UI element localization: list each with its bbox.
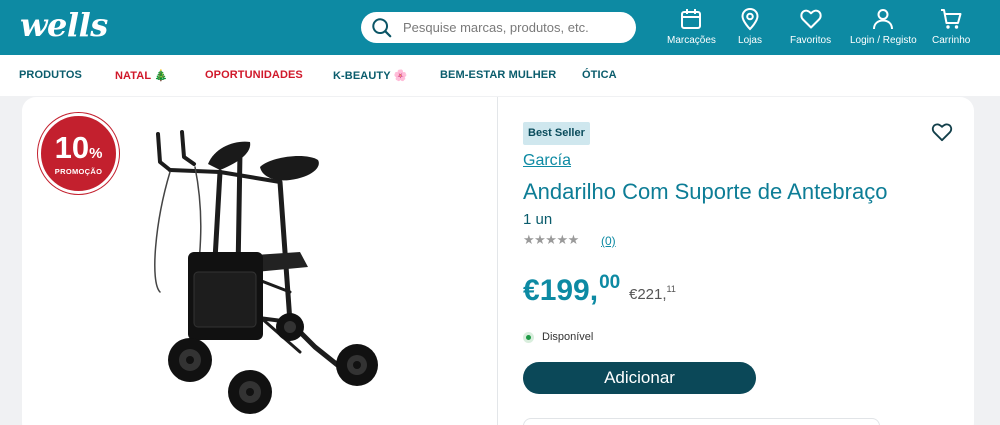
nav-label: Marcações [667,35,716,46]
search-icon[interactable] [371,17,393,39]
old-price-decimals: 11 [666,284,676,294]
favorite-heart-icon[interactable] [931,122,953,142]
product-title: Andarilho Com Suporte de Antebraço [523,179,888,204]
best-seller-badge: Best Seller [523,122,590,145]
category-produtos[interactable]: PRODUTOS [19,69,82,81]
card-divider [497,97,498,425]
nav-lojas[interactable]: Lojas [738,6,762,46]
available-dot-icon [523,331,534,343]
old-price-main: €221, [629,286,667,303]
promo-percent: 10% [54,130,103,165]
promo-badge: 10% PROMOÇÃO [38,113,119,194]
user-icon [873,9,894,30]
rating-stars: ★★★★★ [523,232,579,247]
nav-marcacoes[interactable]: Marcações [667,6,716,46]
current-price: €199,00 [523,272,620,308]
category-bar: PRODUTOS NATAL 🎄 OPORTUNIDADES K-BEAUTY … [0,55,1000,96]
search-bar[interactable] [361,12,636,43]
cart-icon [941,9,962,29]
heart-icon [799,9,822,29]
nav-label: Lojas [738,35,762,46]
availability-status: Disponível [523,331,593,343]
old-price: €221,11 [629,284,676,303]
nav-label: Login / Registo [850,35,917,46]
options-box [523,418,880,425]
category-bem-estar-mulher[interactable]: BEM-ESTAR MULHER [440,69,556,81]
wells-logo[interactable]: wells [20,6,108,44]
category-otica[interactable]: ÓTICA [582,69,617,81]
category-oportunidades[interactable]: OPORTUNIDADES [205,69,303,81]
nav-favoritos[interactable]: Favoritos [790,6,831,46]
availability-label: Disponível [542,331,594,343]
location-pin-icon [741,7,759,31]
category-k-beauty[interactable]: K-BEAUTY 🌸 [333,69,407,82]
add-to-cart-button[interactable]: Adicionar [523,362,756,394]
nav-label: Favoritos [790,35,832,46]
price-currency: € [523,274,540,307]
price-integer: 199, [539,274,599,307]
search-input[interactable] [403,17,623,38]
promo-label: PROMOÇÃO [54,167,103,176]
price-decimals: 00 [599,272,621,293]
brand-link[interactable]: García [523,152,571,170]
nav-carrinho[interactable]: Carrinho [932,6,970,46]
calendar-icon [681,9,702,29]
category-natal[interactable]: NATAL 🎄 [115,69,168,82]
reviews-count-link[interactable]: (0) [601,234,616,248]
top-header: wells Marcações Lojas Favoritos [0,0,1000,55]
product-quantity: 1 un [523,211,553,228]
nav-login[interactable]: Login / Registo [850,6,917,46]
nav-label: Carrinho [932,35,971,46]
walker-product-image[interactable] [140,122,390,420]
